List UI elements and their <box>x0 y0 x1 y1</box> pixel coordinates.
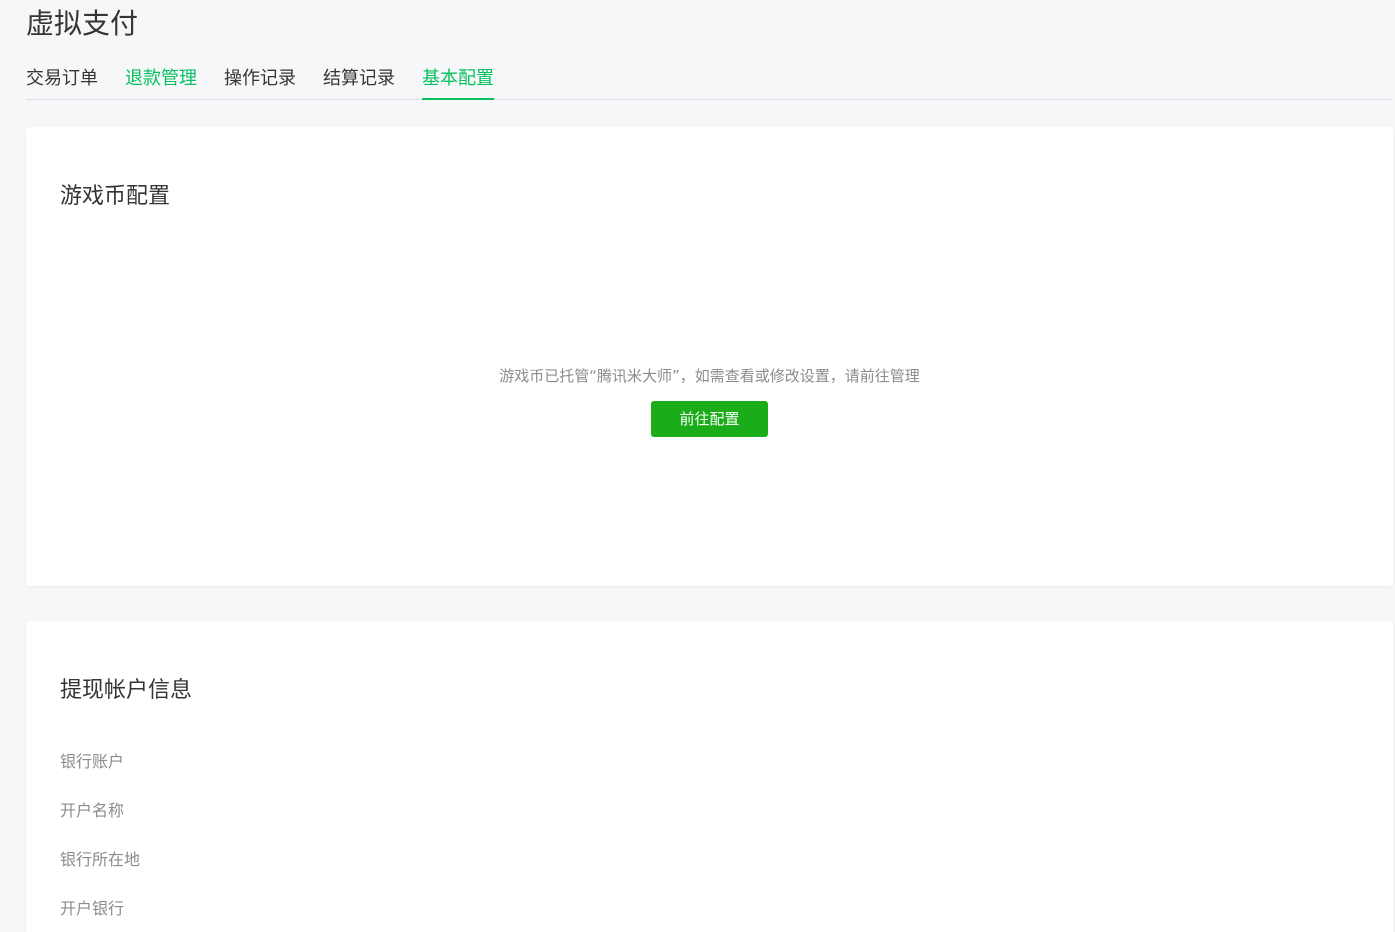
game-coin-config-title: 游戏币配置 <box>60 184 171 209</box>
tab-transaction-orders[interactable]: 交易订单 <box>26 62 98 99</box>
field-label-opening-bank: 开户银行 <box>60 899 125 918</box>
virtual-payment-page: 虚拟支付 交易订单 退款管理 操作记录 结算记录 基本配置 游戏币配置 游戏币已… <box>0 0 1395 932</box>
game-coin-notice: 游戏币已托管“腾讯米大师”，如需查看或修改设置，请前往管理 <box>499 367 920 385</box>
tab-operation-records[interactable]: 操作记录 <box>224 62 296 99</box>
withdraw-field-list: 银行账户 开户名称 银行所在地 开户银行 <box>60 750 140 932</box>
tab-bar: 交易订单 退款管理 操作记录 结算记录 基本配置 <box>26 62 1393 100</box>
field-label-bank-location: 银行所在地 <box>60 850 141 869</box>
tab-refund-management[interactable]: 退款管理 <box>125 62 197 99</box>
go-config-button[interactable]: 前往配置 <box>651 401 768 437</box>
field-label-account-name: 开户名称 <box>60 801 125 820</box>
page-title: 虚拟支付 <box>26 7 139 40</box>
withdraw-account-title: 提现帐户信息 <box>60 678 193 703</box>
field-label-bank-account: 银行账户 <box>60 752 125 771</box>
withdraw-account-card: 提现帐户信息 银行账户 开户名称 银行所在地 开户银行 <box>26 621 1393 932</box>
game-coin-config-card: 游戏币配置 游戏币已托管“腾讯米大师”，如需查看或修改设置，请前往管理 前往配置 <box>26 127 1393 586</box>
tab-basic-config[interactable]: 基本配置 <box>422 62 494 100</box>
tab-settlement-records[interactable]: 结算记录 <box>323 62 395 99</box>
